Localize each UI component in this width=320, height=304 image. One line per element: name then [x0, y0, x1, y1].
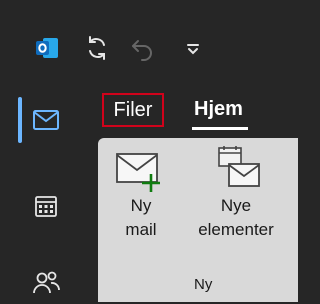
customize-quick-access-icon[interactable]	[180, 30, 206, 66]
new-items-label-line2: elementer	[198, 220, 274, 239]
outlook-app-icon	[32, 30, 62, 66]
new-items-button[interactable]: Nye elementer	[186, 144, 286, 242]
new-mail-label-line2: mail	[125, 220, 157, 239]
calendar-nav-icon[interactable]	[24, 184, 68, 228]
tab-file[interactable]: Filer	[102, 93, 164, 127]
new-mail-label-line1: Ny	[130, 196, 152, 215]
mail-nav-icon[interactable]	[24, 98, 68, 142]
ribbon-panel: Ny mail Nye elementer Ny	[98, 138, 298, 302]
active-tab-underline	[192, 127, 248, 130]
new-items-icon	[218, 146, 260, 187]
people-nav-icon[interactable]	[24, 260, 68, 304]
undo-icon[interactable]	[128, 30, 158, 66]
tab-file-label: Filer	[113, 98, 153, 121]
sync-icon[interactable]	[80, 30, 114, 66]
ribbon-tabs: Filer Hjem	[78, 86, 280, 136]
ribbon-group-label: Ny	[194, 276, 213, 293]
active-indicator	[18, 97, 22, 143]
new-items-label-line1: Nye	[220, 196, 252, 215]
new-mail-icon	[116, 153, 160, 192]
title-bar	[0, 0, 280, 86]
tab-home[interactable]: Hjem	[194, 98, 243, 121]
new-mail-button[interactable]: Ny mail	[106, 148, 176, 242]
